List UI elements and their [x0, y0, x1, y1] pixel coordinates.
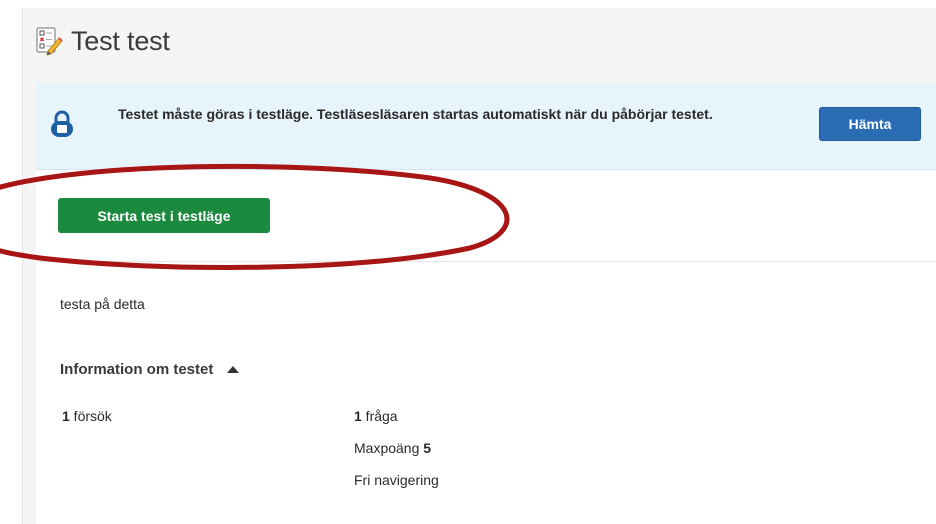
test-document-icon [36, 27, 63, 56]
start-test-button[interactable]: Starta test i testläge [58, 198, 270, 233]
navigation-info: Fri navigering [354, 472, 439, 488]
divider [36, 261, 936, 262]
testmode-alert: Testet måste göras i testläge. Testläses… [36, 83, 936, 170]
test-content: Testet måste göras i testläge. Testläses… [36, 83, 936, 524]
questions-info: 1 fråga [354, 408, 398, 424]
attempts-count: 1 [62, 408, 70, 424]
questions-label: fråga [361, 408, 398, 424]
info-heading: Information om testet [60, 361, 214, 378]
questions-count: 1 [354, 408, 362, 424]
title-row: Test test [35, 24, 170, 58]
info-toggle[interactable]: Information om testet [60, 361, 240, 378]
lock-icon [51, 110, 73, 137]
alert-message: Testet måste göras i testläge. Testläses… [118, 106, 713, 122]
caret-up-icon[interactable] [227, 366, 240, 373]
maxpoints-label: Maxpoäng [354, 440, 424, 456]
attempts-info: 1 försök [62, 408, 112, 424]
test-description: testa på detta [60, 296, 145, 312]
page-title: Test test [71, 25, 170, 56]
fetch-button[interactable]: Hämta [819, 107, 921, 141]
maxpoints-value: 5 [423, 440, 432, 456]
attempts-label: försök [69, 408, 112, 424]
maxpoints-info: Maxpoäng 5 [354, 440, 431, 456]
